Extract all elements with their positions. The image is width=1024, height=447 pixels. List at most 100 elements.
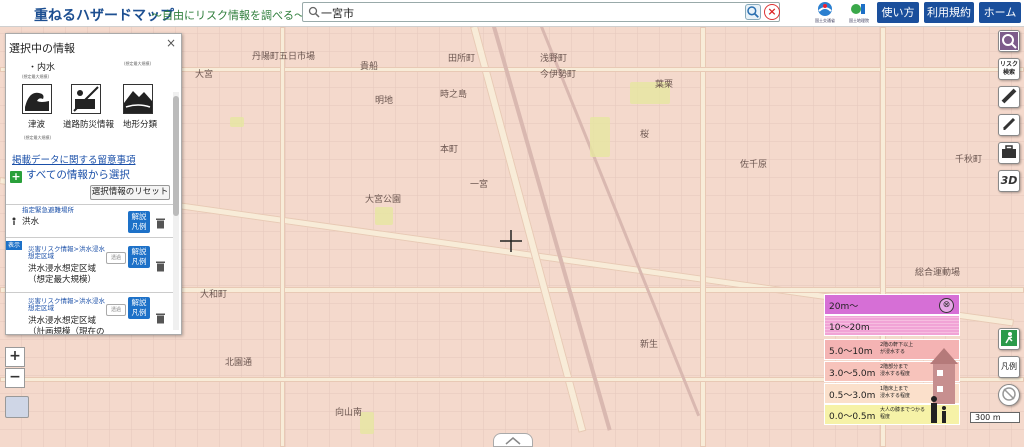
terrain-layer-icon[interactable]: [123, 84, 153, 114]
legend-description: 2階部分まで 浸水する程度: [880, 364, 911, 377]
inner-water-note: (想定最大規模): [124, 61, 152, 66]
terrain-label: 地形分類: [123, 120, 158, 130]
wave-icon: [23, 85, 51, 113]
map-road: [280, 27, 285, 447]
app-subtitle: 〜自由にリスク情報を調べる〜: [151, 9, 305, 22]
display-badge: 表示: [6, 241, 22, 250]
search-icon: [308, 6, 320, 18]
compass-icon: [1002, 387, 1016, 401]
trash-icon[interactable]: [155, 217, 166, 229]
evacuation-route-tool[interactable]: [998, 328, 1020, 350]
terms-button[interactable]: 利用規約: [924, 2, 974, 23]
row-name: 洪水浸水想定区域 （計画規模（現在の: [28, 316, 105, 335]
map-label: 一宮: [470, 180, 489, 190]
base-map-switcher[interactable]: [5, 396, 29, 418]
legend-value: 10〜20m: [829, 323, 870, 333]
road-disaster-label: 道路防災情報: [63, 120, 115, 130]
select-all-info-label: すべての情報から選択: [26, 169, 130, 181]
legend-explain-button[interactable]: 解説 凡例: [128, 246, 150, 268]
transparency-button[interactable]: 透過: [106, 304, 126, 316]
road-disaster-layer-icon[interactable]: [71, 84, 101, 114]
hazard-search-tool[interactable]: [998, 30, 1020, 52]
legend-close-button[interactable]: ⊗: [939, 298, 954, 313]
transparency-button[interactable]: 透過: [106, 252, 126, 264]
search-button[interactable]: [745, 4, 761, 20]
map-label: 本町: [440, 145, 459, 155]
legend-value: 3.0〜5.0m: [829, 369, 876, 379]
explain-label: 解説 凡例: [131, 212, 147, 231]
map-label: 総合運動場: [915, 268, 961, 278]
map-label: 時之島: [440, 90, 468, 100]
plus-icon: +: [10, 170, 22, 183]
clear-search-button[interactable]: ×: [764, 4, 780, 20]
tsunami-layer-icon[interactable]: [22, 84, 52, 114]
map-label: 桜: [640, 130, 650, 140]
park-area: [230, 117, 244, 127]
explain-label: 解説 凡例: [131, 298, 147, 317]
map-road: [470, 27, 587, 433]
legend-explain-button[interactable]: 解説 凡例: [128, 211, 150, 233]
expand-bottom-panel-button[interactable]: [493, 433, 533, 447]
legend-value: 0.5〜3.0m: [829, 391, 876, 401]
map-label: 向山南: [335, 408, 363, 418]
toolbox-icon: [1002, 145, 1016, 158]
risk-search-tool[interactable]: リスク 検索: [998, 58, 1020, 80]
people-icon: [931, 396, 946, 423]
compass-tool[interactable]: [998, 384, 1020, 406]
gsi-logo[interactable]: 国土地理院: [846, 1, 872, 25]
flood-depth-legend: 20m〜 ⊗ 10〜20m 5.0〜10m 2階の軒下以上 が浸水する 3.0〜…: [824, 294, 960, 425]
select-all-info-button[interactable]: + すべての情報から選択: [10, 167, 130, 183]
zoom-out-button[interactable]: −: [5, 368, 25, 388]
zoom-in-button[interactable]: +: [5, 347, 25, 367]
gsi-logo-icon: [851, 4, 865, 14]
trash-icon[interactable]: [155, 312, 166, 324]
how-to-use-button[interactable]: 使い方: [877, 2, 919, 23]
search-box[interactable]: ×: [302, 2, 780, 22]
map-label: 葉栗: [655, 80, 674, 90]
draw-tool[interactable]: [998, 114, 1020, 136]
gsi-label: 国土地理院: [849, 18, 869, 23]
3d-view-tool[interactable]: 3D: [998, 170, 1020, 192]
map-label: 大和町: [200, 290, 228, 300]
park-area: [375, 207, 393, 225]
legend-description: 大人の膝までつかる程度: [880, 407, 926, 420]
reset-selection-button[interactable]: 選択情報のリセット: [90, 185, 170, 200]
terrain-icon: [124, 85, 152, 113]
map-label: 明地: [375, 96, 394, 106]
map-label: 北園通: [225, 358, 253, 368]
legend-row: 20m〜 ⊗: [824, 294, 960, 315]
explain-label: 解説 凡例: [131, 247, 147, 266]
selected-info-panel: 選択中の情報 × ・内水 (想定最大規模) (想定最大規模) 津波 道路防災情報…: [5, 33, 182, 335]
running-person-icon: [1001, 330, 1017, 346]
tsunami-label: 津波: [28, 120, 46, 130]
ruler-tool[interactable]: [998, 86, 1020, 108]
legend-tool[interactable]: 凡例: [998, 356, 1020, 378]
mlit-label: 国土交通省: [815, 18, 835, 23]
row-category: 災害リスク情報>洪水浸水想定区域: [28, 245, 105, 260]
legend-value: 20m〜: [829, 302, 859, 312]
caution-link[interactable]: 掲載データに関する留意事項: [12, 152, 136, 166]
row-name: 洪水: [22, 217, 40, 227]
tsunami-note: (想定最大規模): [24, 135, 52, 140]
trash-icon[interactable]: [155, 260, 166, 272]
map-label: 新生: [640, 340, 659, 350]
toolbox-tool[interactable]: [998, 142, 1020, 164]
crosshair-icon: [500, 230, 522, 252]
mlit-logo-icon: [818, 2, 832, 16]
scrollbar-thumb[interactable]: [173, 96, 179, 216]
search-input[interactable]: [321, 5, 741, 20]
close-icon[interactable]: ×: [166, 36, 176, 50]
map-label: 田所町: [448, 54, 476, 64]
park-area: [590, 117, 610, 157]
divider: [6, 237, 173, 238]
home-button[interactable]: ホーム: [979, 2, 1021, 23]
inner-water-label: ・内水: [28, 63, 56, 73]
legend-explain-button[interactable]: 解説 凡例: [128, 297, 150, 319]
mlit-logo[interactable]: 国土交通省: [812, 1, 838, 25]
legend-description: 1階床上まで 浸水する程度: [880, 386, 911, 399]
legend-value: 5.0〜10m: [829, 347, 873, 357]
divider: [6, 204, 173, 205]
map-label: 浅野町: [540, 54, 568, 64]
legend-row: 10〜20m: [824, 315, 960, 336]
railway: [492, 27, 612, 431]
